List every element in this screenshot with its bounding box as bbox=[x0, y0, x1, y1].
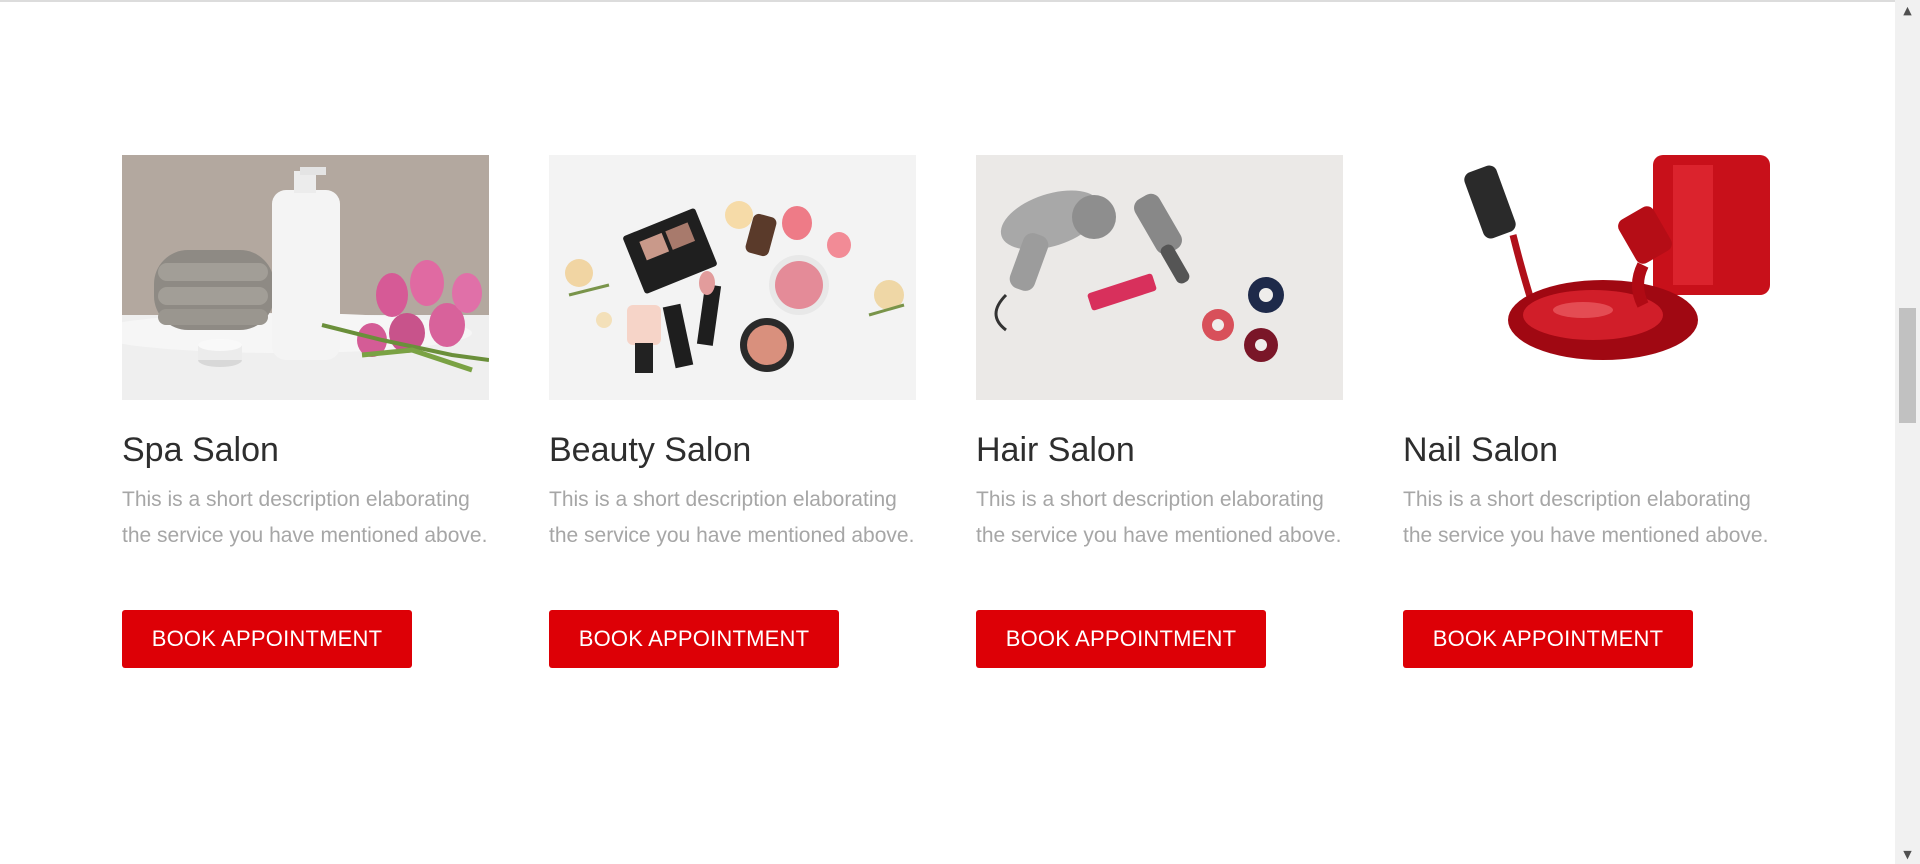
service-card-nail: Nail Salon This is a short description e… bbox=[1403, 155, 1770, 668]
scrollbar-thumb[interactable] bbox=[1899, 308, 1916, 423]
service-card-beauty: Beauty Salon This is a short description… bbox=[549, 155, 916, 668]
service-description: This is a short description elaborating … bbox=[976, 488, 1342, 547]
book-appointment-button-spa[interactable]: BOOK APPOINTMENT bbox=[122, 610, 412, 668]
nail-polish-image bbox=[1403, 155, 1770, 400]
triangle-up-icon[interactable]: ▲ bbox=[1895, 0, 1920, 20]
service-description: This is a short description elaborating … bbox=[549, 488, 915, 547]
vertical-scrollbar[interactable]: ▲ ▼ bbox=[1895, 0, 1920, 864]
service-title: Beauty Salon bbox=[549, 431, 752, 469]
service-title: Spa Salon bbox=[122, 431, 279, 469]
service-title: Hair Salon bbox=[976, 431, 1135, 469]
service-card-spa: Spa Salon This is a short description el… bbox=[122, 155, 489, 668]
services-grid: Spa Salon This is a short description el… bbox=[122, 155, 1770, 668]
top-divider bbox=[0, 0, 1895, 2]
service-card-hair: Hair Salon This is a short description e… bbox=[976, 155, 1343, 668]
service-title: Nail Salon bbox=[1403, 431, 1558, 469]
book-appointment-button-beauty[interactable]: BOOK APPOINTMENT bbox=[549, 610, 839, 668]
book-appointment-button-nail[interactable]: BOOK APPOINTMENT bbox=[1403, 610, 1693, 668]
triangle-down-icon[interactable]: ▼ bbox=[1895, 844, 1920, 864]
spa-products-image bbox=[122, 155, 489, 400]
service-description: This is a short description elaborating … bbox=[122, 488, 488, 547]
hair-tools-image bbox=[976, 155, 1343, 400]
makeup-flatlay-image bbox=[549, 155, 916, 400]
book-appointment-button-hair[interactable]: BOOK APPOINTMENT bbox=[976, 610, 1266, 668]
service-description: This is a short description elaborating … bbox=[1403, 488, 1769, 547]
